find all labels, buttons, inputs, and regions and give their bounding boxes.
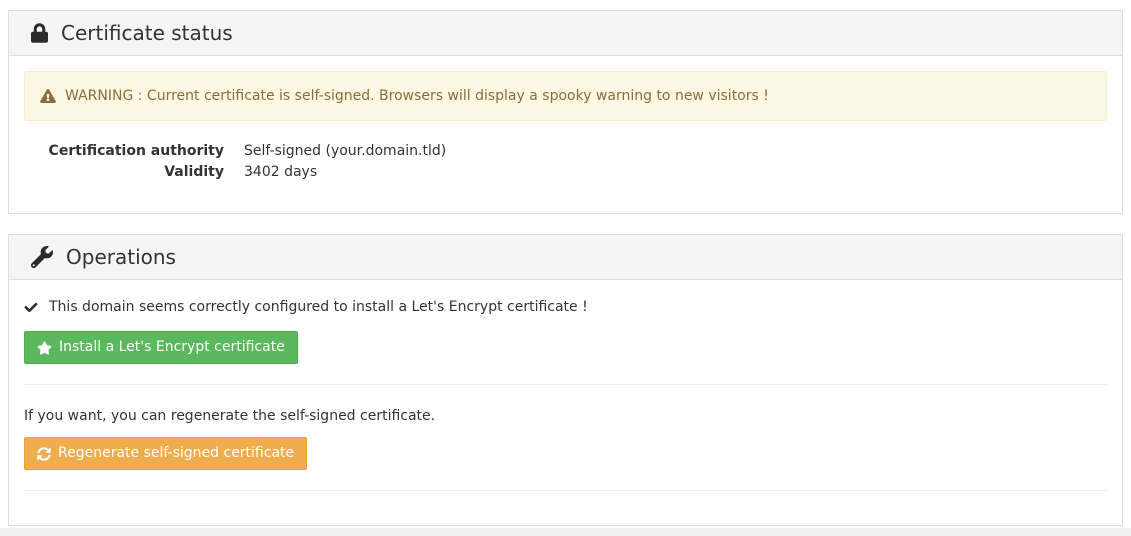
certification-authority-label: Certification authority [24, 141, 224, 162]
letsencrypt-ready-text: This domain seems correctly configured t… [49, 297, 588, 317]
star-icon [37, 341, 52, 355]
certification-authority-value: Self-signed (your.domain.tld) [244, 141, 1107, 162]
regenerate-self-signed-label: Regenerate self-signed certificate [58, 444, 294, 463]
operations-title: Operations [66, 244, 176, 270]
operations-divider [24, 384, 1107, 385]
certificate-status-header: Certificate status [9, 11, 1122, 56]
self-signed-warning-alert: WARNING : Current certificate is self-si… [24, 71, 1107, 121]
install-letsencrypt-label: Install a Let's Encrypt certificate [59, 338, 285, 357]
install-letsencrypt-button[interactable]: Install a Let's Encrypt certificate [24, 331, 298, 364]
certificate-status-title: Certificate status [61, 20, 233, 46]
certificate-status-panel: Certificate status WARNING : Current cer… [8, 10, 1123, 214]
certificate-status-body: WARNING : Current certificate is self-si… [9, 56, 1122, 213]
certificate-page: Certificate status WARNING : Current cer… [0, 0, 1131, 528]
validity-value: 3402 days [244, 162, 1107, 183]
regenerate-hint: If you want, you can regenerate the self… [24, 407, 1107, 425]
letsencrypt-ready-status: This domain seems correctly configured t… [24, 297, 1107, 317]
lock-icon [31, 23, 48, 43]
footer-strip [0, 528, 1131, 536]
validity-label: Validity [24, 162, 224, 183]
operations-header: Operations [9, 235, 1122, 280]
warning-message: WARNING : Current certificate is self-si… [65, 86, 769, 106]
wrench-icon [31, 246, 53, 268]
certificate-info-list: Certification authority Self-signed (you… [24, 141, 1107, 183]
operations-panel: Operations This domain seems correctly c… [8, 234, 1123, 526]
operations-body: This domain seems correctly configured t… [9, 280, 1122, 525]
refresh-icon [37, 447, 51, 461]
warning-triangle-icon [40, 89, 56, 103]
operations-bottom-divider [24, 490, 1107, 491]
regenerate-self-signed-button[interactable]: Regenerate self-signed certificate [24, 437, 307, 470]
check-icon [24, 301, 38, 314]
